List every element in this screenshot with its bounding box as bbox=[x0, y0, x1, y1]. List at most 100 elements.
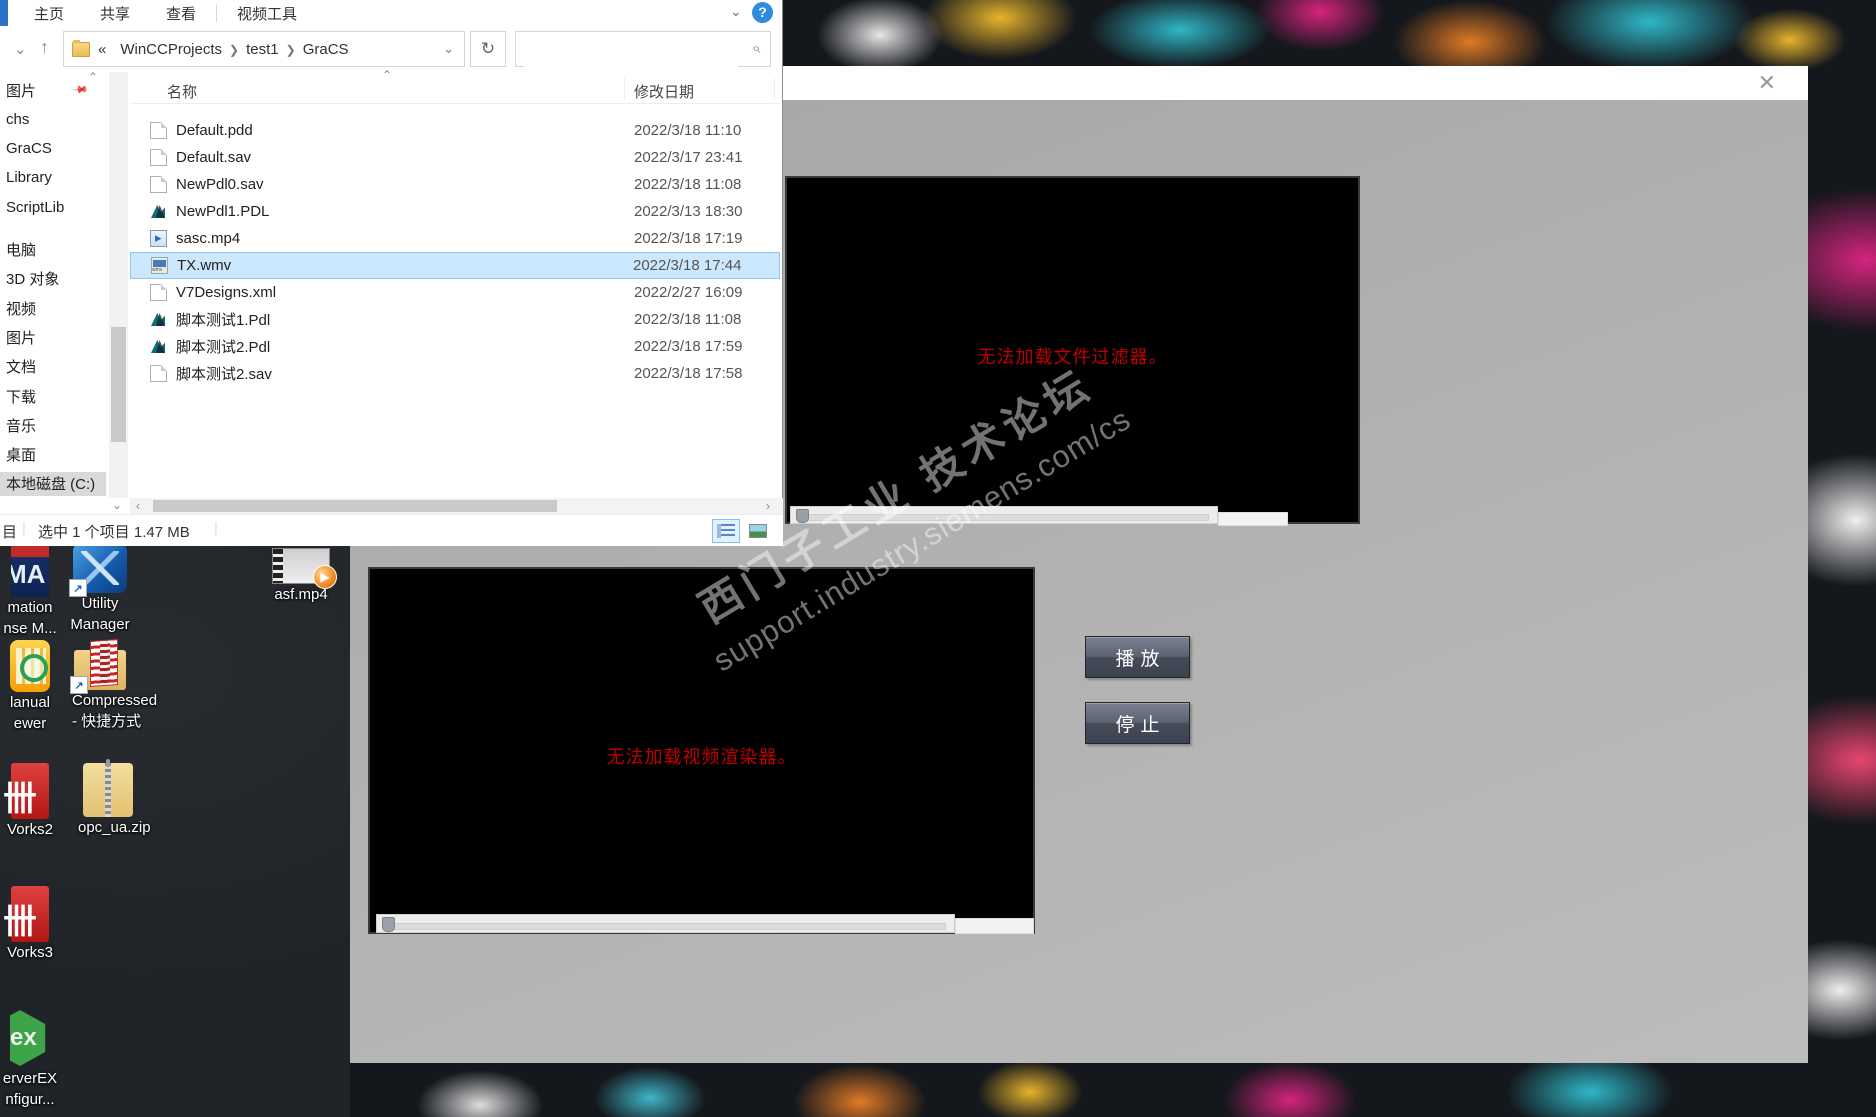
address-bar[interactable]: « WinCCProjects ❯ test1 ❯ GraCS ⌄ bbox=[63, 31, 465, 67]
video1-seekbar-end bbox=[1218, 512, 1288, 526]
crumb-separator: ❯ bbox=[229, 42, 240, 57]
doc-file-icon bbox=[150, 149, 167, 166]
sidebar-item-图片[interactable]: 图片 bbox=[0, 325, 106, 349]
crumb-WinCCProjects[interactable]: WinCCProjects bbox=[120, 41, 222, 58]
video2-seek-groove bbox=[387, 922, 946, 930]
tab-主页[interactable]: 主页 bbox=[16, 3, 82, 24]
up-icon[interactable]: ↑ bbox=[40, 37, 49, 58]
status-selection-text: 选中 1 个项目 1.47 MB bbox=[38, 524, 190, 541]
desktop-icon-Vorks3[interactable]: 卌 Vorks3 bbox=[0, 886, 60, 963]
search-input[interactable] bbox=[524, 33, 738, 67]
desktop-icon-erverEX[interactable]: ex erverEX nfigur... bbox=[0, 1008, 60, 1110]
back-history-icon[interactable]: ⌄ bbox=[14, 40, 27, 58]
tab-查看[interactable]: 查看 bbox=[148, 3, 214, 24]
desktop-icon-label: nfigur... bbox=[5, 1091, 55, 1108]
sidebar-scrollbar[interactable] bbox=[109, 72, 128, 498]
column-separator[interactable] bbox=[774, 78, 775, 100]
media-file-icon: ▶ bbox=[272, 548, 337, 589]
sidebar-item-下载[interactable]: 下载 bbox=[0, 384, 106, 408]
play-button[interactable]: 播放 bbox=[1085, 636, 1190, 678]
stop-button[interactable]: 停止 bbox=[1085, 702, 1190, 744]
pdl-file-icon bbox=[150, 311, 167, 328]
sidebar-item-GraCS[interactable]: GraCS bbox=[0, 137, 106, 161]
search-box[interactable]: ⌕ bbox=[515, 31, 771, 67]
desktop-icon-label: Vorks2 bbox=[7, 821, 53, 838]
sidebar-item-音乐[interactable]: 音乐 bbox=[0, 413, 106, 437]
file-name: 脚本测试2.sav bbox=[176, 366, 272, 383]
sidebar-scroll-thumb[interactable] bbox=[111, 327, 126, 442]
sidebar-item-视频[interactable]: 视频 bbox=[0, 296, 106, 320]
sidebar-item-文档[interactable]: 文档 bbox=[0, 355, 106, 379]
crumb-test1[interactable]: test1 bbox=[246, 41, 279, 58]
sort-ascending-icon: ⌃ bbox=[382, 68, 393, 82]
status-bar: 目 | 选中 1 个项目 1.47 MB | bbox=[0, 514, 783, 546]
video1-seekbar[interactable] bbox=[790, 506, 1218, 524]
zip-folder-icon bbox=[83, 759, 133, 817]
sidebar-item-Library[interactable]: Library bbox=[0, 166, 106, 190]
list-header: 名称 ⌃ 修改日期 bbox=[130, 68, 780, 104]
file-date-modified: 2022/3/17 23:41 bbox=[634, 149, 743, 166]
status-separator: | bbox=[22, 520, 26, 537]
hscroll-left-icon[interactable]: ‹ bbox=[136, 499, 140, 513]
details-view-button[interactable] bbox=[712, 519, 740, 543]
file-row-脚本测试1.Pdl[interactable]: 脚本测试1.Pdl 2022/3/18 11:08 bbox=[130, 306, 780, 333]
desktop-icon-asf.mp4[interactable]: ▶ asf.mp4 bbox=[266, 548, 337, 605]
video-control-2: 无法加载视频渲染器。 bbox=[368, 567, 1035, 934]
zip-contents bbox=[90, 639, 118, 687]
sidebar-item-ScriptLib[interactable]: ScriptLib bbox=[0, 195, 106, 219]
file-row-NewPdl0.sav[interactable]: NewPdl0.sav 2022/3/18 11:08 bbox=[130, 171, 780, 198]
breadcrumb-prefix[interactable]: « bbox=[98, 41, 106, 58]
sidebar-item-chs[interactable]: chs bbox=[0, 107, 106, 131]
refresh-icon[interactable]: ↻ bbox=[470, 31, 506, 67]
search-icon[interactable]: ⌕ bbox=[752, 40, 760, 57]
chevron-down-icon[interactable]: ⌄ bbox=[730, 3, 742, 20]
desktop-icon-lanual[interactable]: lanual ewer bbox=[0, 640, 60, 734]
crumb-GraCS[interactable]: GraCS bbox=[303, 41, 349, 58]
column-separator[interactable] bbox=[624, 78, 625, 100]
close-icon[interactable]: ✕ bbox=[1758, 70, 1776, 96]
help-icon[interactable]: ? bbox=[752, 2, 773, 23]
hscroll-right-icon[interactable]: › bbox=[766, 499, 770, 513]
hscroll-thumb[interactable] bbox=[153, 500, 557, 512]
status-separator: | bbox=[214, 520, 218, 537]
address-dropdown-icon[interactable]: ⌄ bbox=[443, 41, 464, 57]
file-row-Default.pdd[interactable]: Default.pdd 2022/3/18 11:10 bbox=[130, 117, 780, 144]
sidebar-scroll-up-icon[interactable]: ⌃ bbox=[88, 70, 98, 84]
doc-file-icon bbox=[150, 365, 167, 382]
desktop-icon-Vorks2[interactable]: 卌 Vorks2 bbox=[0, 763, 60, 840]
file-row-V7Designs.xml[interactable]: V7Designs.xml 2022/2/27 16:09 bbox=[130, 279, 780, 306]
file-date-modified: 2022/3/18 17:19 bbox=[634, 230, 743, 247]
pin-icon: 📌 bbox=[71, 81, 89, 99]
sidebar-item-3D 对象[interactable]: 3D 对象 bbox=[0, 267, 106, 291]
column-date-modified[interactable]: 修改日期 bbox=[634, 81, 694, 102]
video2-seekbar[interactable] bbox=[376, 914, 955, 933]
tab-视频工具[interactable]: 视频工具 bbox=[219, 3, 315, 24]
sidebar-item-桌面[interactable]: 桌面 bbox=[0, 443, 106, 467]
file-row-NewPdl1.PDL[interactable]: NewPdl1.PDL 2022/3/13 18:30 bbox=[130, 198, 780, 225]
video2-seek-thumb[interactable] bbox=[382, 917, 395, 933]
column-name[interactable]: 名称 bbox=[167, 81, 197, 102]
sidebar-item-电脑[interactable]: 电脑 bbox=[0, 238, 106, 262]
magnifier-icon bbox=[20, 654, 48, 682]
horizontal-scrollbar[interactable] bbox=[130, 498, 783, 514]
file-row-TX.wmv[interactable]: TX.wmv 2022/3/18 17:44 bbox=[130, 252, 780, 279]
sidebar-item-本地磁盘 (C:)[interactable]: 本地磁盘 (C:) bbox=[0, 471, 106, 496]
file-row-sasc.mp4[interactable]: sasc.mp4 2022/3/18 17:19 bbox=[130, 225, 780, 252]
file-date-modified: 2022/2/27 16:09 bbox=[634, 284, 743, 301]
file-menu-edge[interactable] bbox=[0, 0, 8, 26]
desktop-icon-opc_ua.zip[interactable]: opc_ua.zip bbox=[78, 759, 151, 838]
video1-seek-thumb[interactable] bbox=[796, 509, 809, 524]
file-row-脚本测试2.Pdl[interactable]: 脚本测试2.Pdl 2022/3/18 17:59 bbox=[130, 333, 780, 360]
file-name: 脚本测试1.Pdl bbox=[176, 312, 271, 329]
desktop-icon-Utility[interactable]: ↗ Utility Manager bbox=[69, 543, 130, 635]
file-row-Default.sav[interactable]: Default.sav 2022/3/17 23:41 bbox=[130, 144, 780, 171]
desktop-icon-mation[interactable]: MA mation nse M... bbox=[0, 545, 60, 639]
desktop-icon-Compressed[interactable]: ↗ Compressed - 快捷方式 bbox=[70, 639, 157, 732]
thumbnail-view-button[interactable] bbox=[744, 519, 772, 543]
sidebar-scroll-down-icon[interactable]: ⌄ bbox=[112, 498, 122, 512]
desktop-icon-label: - 快捷方式 bbox=[72, 713, 142, 730]
tab-共享[interactable]: 共享 bbox=[82, 3, 148, 24]
file-date-modified: 2022/3/18 17:59 bbox=[634, 338, 743, 355]
file-row-脚本测试2.sav[interactable]: 脚本测试2.sav 2022/3/18 17:58 bbox=[130, 360, 780, 387]
desktop-icon-label: erverEX bbox=[2, 1070, 58, 1087]
